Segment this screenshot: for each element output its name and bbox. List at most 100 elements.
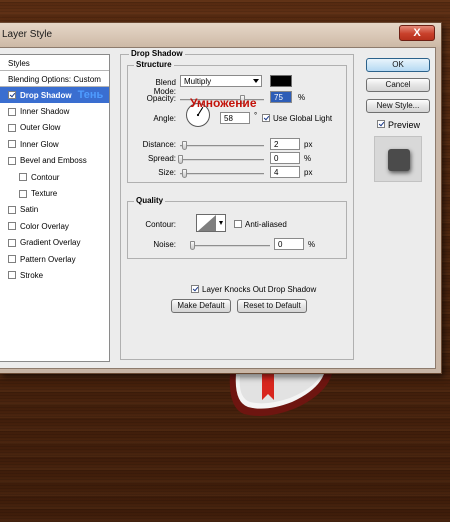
preview-checkbox[interactable] — [377, 120, 385, 128]
spread-slider[interactable] — [178, 155, 264, 164]
style-item-gradient-overlay[interactable]: Gradient Overlay — [0, 235, 109, 251]
size-label: Size: — [158, 168, 176, 177]
style-checkbox[interactable] — [19, 189, 27, 198]
contour-label: Contour: — [145, 220, 176, 229]
cancel-button[interactable]: Cancel — [366, 78, 430, 92]
styles-header[interactable]: Styles — [0, 55, 109, 71]
layer-knocks-out-checkbox[interactable] — [191, 285, 199, 293]
size-slider[interactable] — [180, 169, 264, 178]
style-checkbox[interactable] — [8, 107, 16, 116]
style-item-label: Bevel and Emboss — [20, 156, 87, 166]
angle-label: Angle: — [153, 114, 176, 123]
chevron-down-icon[interactable] — [219, 221, 223, 225]
opacity-input[interactable]: 75 — [270, 91, 292, 103]
spread-label: Spread: — [147, 154, 176, 163]
window-title: Layer Style — [2, 29, 53, 40]
style-checkbox[interactable] — [8, 222, 16, 231]
size-slider-thumb[interactable] — [182, 169, 187, 178]
spread-input[interactable]: 0 — [270, 152, 300, 164]
layer-knocks-out-label: Layer Knocks Out Drop Shadow — [202, 285, 317, 294]
book-object — [229, 374, 332, 416]
distance-slider-thumb[interactable] — [182, 141, 187, 150]
style-checkbox[interactable] — [8, 140, 16, 149]
style-preview — [374, 136, 422, 182]
preview-label: Preview — [388, 120, 421, 130]
close-button[interactable]: X — [399, 25, 435, 41]
ok-button[interactable]: OK — [366, 58, 430, 72]
contour-picker[interactable] — [196, 214, 226, 232]
make-default-button[interactable]: Make Default — [171, 299, 231, 313]
style-checkbox[interactable] — [8, 255, 16, 264]
new-style-button[interactable]: New Style... — [366, 99, 430, 113]
style-checkbox[interactable] — [8, 205, 16, 214]
use-global-light-checkbox[interactable] — [262, 114, 270, 122]
dialog-client: Styles Blending Options: Custom Drop Sha… — [0, 47, 436, 369]
styles-list: Styles Blending Options: Custom Drop Sha… — [0, 54, 110, 362]
style-item-inner-shadow[interactable]: Inner Shadow — [0, 103, 109, 119]
structure-title: Structure — [134, 60, 174, 69]
style-item-satin[interactable]: Satin — [0, 202, 109, 218]
noise-slider[interactable] — [190, 241, 270, 250]
style-item-drop-shadow[interactable]: Drop Shadow Тень — [0, 87, 109, 104]
style-item-label: Outer Glow — [20, 123, 61, 133]
distance-unit: px — [304, 140, 313, 149]
style-item-label: Pattern Overlay — [20, 254, 76, 264]
layer-style-dialog: Layer Style X Styles Blending Options: C… — [0, 22, 442, 374]
style-item-label: Inner Shadow — [20, 107, 70, 117]
blend-mode-value: Multiply — [184, 77, 212, 86]
distance-input[interactable]: 2 — [270, 138, 300, 150]
distance-slider[interactable] — [180, 141, 264, 150]
blending-options-item[interactable]: Blending Options: Custom — [0, 71, 109, 87]
drop-shadow-title: Drop Shadow — [129, 49, 185, 58]
contour-curve-icon — [198, 215, 216, 231]
size-input[interactable]: 4 — [270, 166, 300, 178]
style-item-label: Contour — [31, 172, 60, 182]
use-global-light-label: Use Global Light — [273, 114, 333, 123]
shadow-annotation: Тень — [77, 89, 104, 102]
style-checkbox[interactable] — [8, 238, 16, 247]
anti-aliased-checkbox[interactable] — [234, 220, 242, 228]
style-item-stroke[interactable]: Stroke — [0, 267, 109, 283]
structure-group: Structure Blend Mode: Multiply Opacity: … — [127, 60, 347, 183]
style-item-inner-glow[interactable]: Inner Glow — [0, 136, 109, 152]
spread-unit: % — [304, 154, 312, 163]
style-item-label: Texture — [31, 189, 58, 199]
style-item-label: Drop Shadow — [20, 90, 72, 100]
style-item-outer-glow[interactable]: Outer Glow — [0, 120, 109, 136]
style-checkbox[interactable] — [8, 156, 16, 165]
style-checkbox[interactable] — [8, 271, 16, 280]
shadow-color-swatch[interactable] — [270, 75, 292, 87]
quality-title: Quality — [134, 196, 166, 205]
opacity-unit: % — [298, 93, 306, 102]
style-item-texture[interactable]: Texture — [0, 185, 109, 201]
style-checkbox[interactable] — [8, 123, 16, 132]
noise-label: Noise: — [153, 240, 176, 249]
angle-unit: ° — [254, 111, 258, 120]
spread-slider-thumb[interactable] — [178, 155, 183, 164]
angle-input[interactable]: 58 — [220, 112, 250, 124]
style-checkbox[interactable] — [19, 173, 27, 182]
style-item-pattern-overlay[interactable]: Pattern Overlay — [0, 251, 109, 267]
anti-aliased-label: Anti-aliased — [245, 220, 287, 229]
preview-swatch — [388, 149, 410, 171]
chevron-down-icon — [253, 79, 259, 83]
style-item-label: Satin — [20, 205, 39, 215]
blend-mode-select[interactable]: Multiply — [180, 75, 262, 87]
style-item-label: Inner Glow — [20, 139, 59, 149]
noise-input[interactable]: 0 — [274, 238, 304, 250]
distance-label: Distance: — [142, 140, 176, 149]
quality-group: Quality Contour: Anti-aliased Noise: 0 % — [127, 196, 347, 259]
style-checkbox[interactable] — [8, 91, 16, 100]
opacity-label: Opacity: — [146, 94, 176, 103]
size-unit: px — [304, 168, 313, 177]
style-item-label: Gradient Overlay — [20, 238, 81, 248]
reset-to-default-button[interactable]: Reset to Default — [237, 299, 307, 313]
noise-unit: % — [308, 240, 316, 249]
style-item-bevel-and-emboss[interactable]: Bevel and Emboss — [0, 153, 109, 169]
multiply-annotation: Умножение — [190, 96, 257, 110]
style-item-color-overlay[interactable]: Color Overlay — [0, 218, 109, 234]
style-item-label: Color Overlay — [20, 221, 69, 231]
noise-slider-thumb[interactable] — [190, 241, 195, 250]
style-item-contour[interactable]: Contour — [0, 169, 109, 185]
title-bar[interactable]: Layer Style X — [0, 23, 441, 47]
